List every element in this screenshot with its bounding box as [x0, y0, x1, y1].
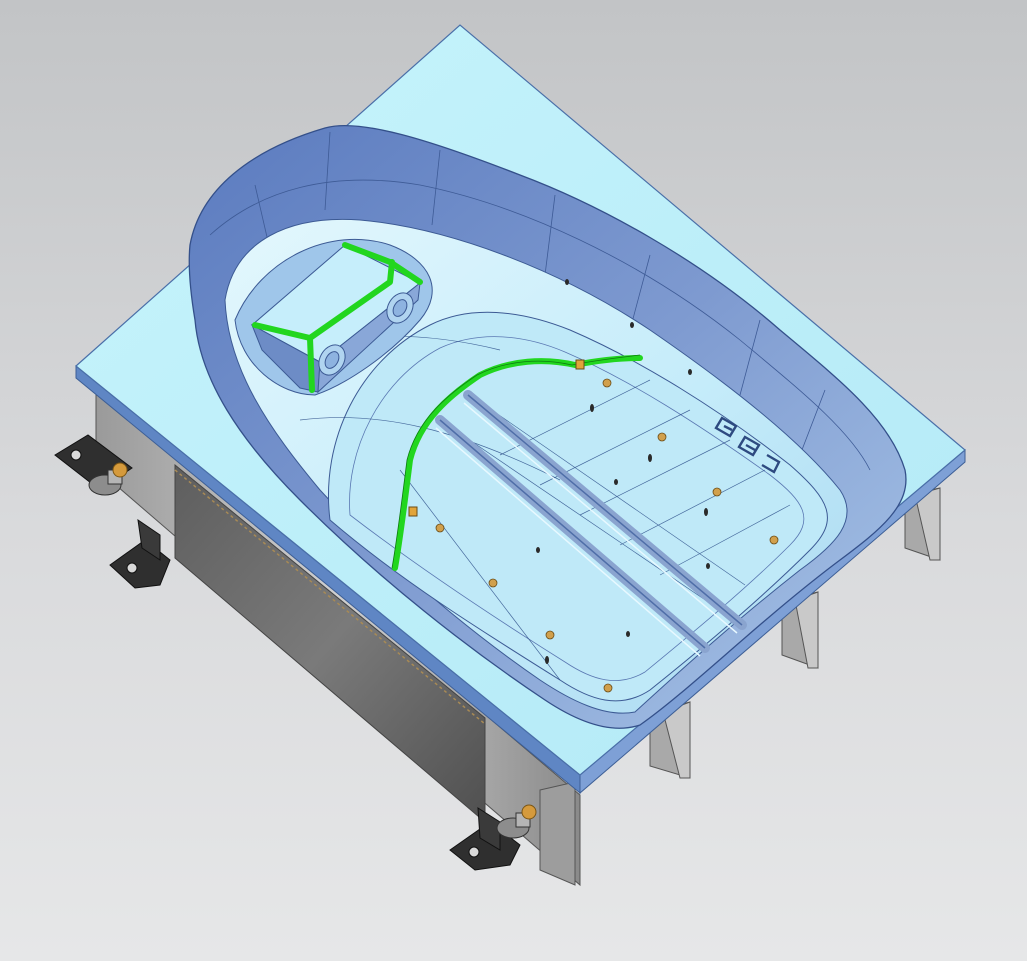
mounting-bracket: [109, 518, 171, 589]
mold-model: [54, 24, 966, 887]
cad-viewport[interactable]: [0, 0, 1027, 961]
